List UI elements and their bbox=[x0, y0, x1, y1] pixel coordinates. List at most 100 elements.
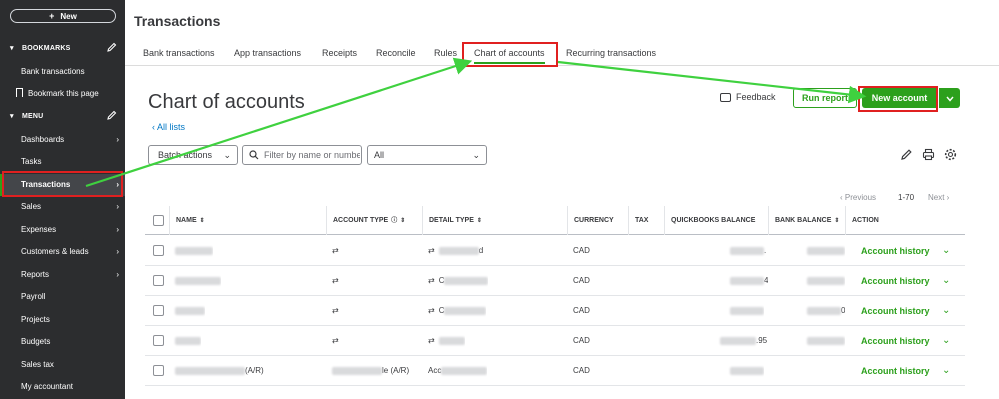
account-history-link[interactable]: Account history bbox=[861, 326, 930, 356]
cell-quickbooks-balance: . bbox=[724, 236, 766, 266]
new-account-button[interactable]: New account bbox=[862, 88, 937, 108]
pencil-icon[interactable] bbox=[107, 110, 117, 122]
tab-chart-of-accounts[interactable]: Chart of accounts bbox=[474, 48, 545, 64]
table-row[interactable]: ⇄ ⇄ d CAD . Account history ⌄ bbox=[145, 236, 965, 266]
sidebar-item-customers-leads[interactable]: Customers & leads › bbox=[0, 241, 125, 263]
row-checkbox[interactable] bbox=[153, 245, 164, 256]
tab-reconcile[interactable]: Reconcile bbox=[376, 48, 416, 58]
row-checkbox[interactable] bbox=[153, 305, 164, 316]
account-type-select-value: All bbox=[374, 150, 385, 160]
transfer-icon: ⇄ bbox=[428, 336, 435, 345]
tab-bank-transactions[interactable]: Bank transactions bbox=[143, 48, 215, 58]
sidebar-item-reports[interactable]: Reports › bbox=[0, 264, 125, 286]
chevron-down-icon[interactable]: ⌄ bbox=[942, 236, 950, 266]
sidebar-item-projects[interactable]: Projects bbox=[0, 309, 125, 331]
redacted-text bbox=[807, 336, 845, 345]
column-header-label: ACTION bbox=[852, 217, 879, 224]
redacted-text bbox=[175, 276, 221, 285]
column-header-tax: TAX bbox=[628, 206, 648, 235]
bookmarks-section-header[interactable]: ▾ BOOKMARKS bbox=[0, 39, 125, 57]
edit-icon[interactable] bbox=[900, 148, 914, 162]
table-row[interactable]: ⇄ ⇄ CAD .95 Account history ⌄ bbox=[145, 326, 965, 356]
tab-app-transactions[interactable]: App transactions bbox=[234, 48, 301, 58]
new-account-dropdown-button[interactable] bbox=[939, 88, 960, 108]
transfer-icon: ⇄ bbox=[332, 276, 339, 285]
cell-name[interactable] bbox=[169, 266, 221, 296]
cell-bank-balance bbox=[801, 236, 845, 266]
account-history-link[interactable]: Account history bbox=[861, 266, 930, 296]
menu-section-header[interactable]: ▾ MENU bbox=[0, 107, 125, 125]
sidebar-item-bookmark-this-page[interactable]: Bookmark this page bbox=[0, 83, 125, 105]
left-sidebar: + New ▾ BOOKMARKS Bank transactions Bookm… bbox=[0, 0, 125, 399]
sidebar-item-sales-tax[interactable]: Sales tax bbox=[0, 354, 125, 376]
cell-name[interactable] bbox=[169, 296, 205, 326]
tab-receipts[interactable]: Receipts bbox=[322, 48, 357, 58]
page-header-title: Transactions bbox=[134, 13, 221, 29]
column-header-currency: CURRENCY bbox=[567, 206, 614, 235]
column-header-label: QUICKBOOKS BALANCE bbox=[671, 217, 756, 224]
column-header-name[interactable]: NAME ⇕ bbox=[169, 206, 205, 235]
tab-rules[interactable]: Rules bbox=[434, 48, 457, 58]
cell-name[interactable] bbox=[169, 236, 213, 266]
sidebar-item-tasks[interactable]: Tasks bbox=[0, 151, 125, 173]
cell-account-type: ⇄ bbox=[326, 266, 343, 296]
chevron-down-icon[interactable]: ⌄ bbox=[942, 356, 950, 386]
settings-icon[interactable] bbox=[944, 148, 958, 162]
pagination-next[interactable]: Next › bbox=[928, 193, 949, 202]
pagination-previous[interactable]: ‹ Previous bbox=[840, 193, 876, 202]
print-icon[interactable] bbox=[922, 148, 936, 162]
table-header-row: NAME ⇕ ACCOUNT TYPE ⓘ ⇕ DETAIL TYPE ⇕ CURREN… bbox=[145, 206, 965, 235]
chevron-down-icon[interactable]: ⌄ bbox=[942, 296, 950, 326]
column-header-label: DETAIL TYPE bbox=[429, 217, 474, 224]
new-button[interactable]: + New bbox=[10, 9, 116, 23]
column-header-account-type[interactable]: ACCOUNT TYPE ⓘ ⇕ bbox=[326, 206, 405, 235]
cell-quickbooks-balance bbox=[724, 356, 764, 386]
filter-search-box[interactable] bbox=[242, 145, 362, 165]
batch-actions-dropdown[interactable]: Batch actions ⌄ bbox=[148, 145, 238, 165]
cell-name[interactable] bbox=[169, 326, 201, 356]
caret-down-icon: ▾ bbox=[10, 113, 14, 120]
account-history-link[interactable]: Account history bbox=[861, 236, 930, 266]
chevron-down-icon[interactable]: ⌄ bbox=[942, 266, 950, 296]
all-lists-link[interactable]: ‹ All lists bbox=[152, 122, 185, 132]
sidebar-item-transactions[interactable]: Transactions › bbox=[0, 174, 125, 196]
sidebar-item-budgets[interactable]: Budgets bbox=[0, 331, 125, 353]
pencil-icon[interactable] bbox=[107, 42, 117, 54]
redacted-text bbox=[730, 366, 764, 375]
cell-account-type: ⇄ bbox=[326, 236, 343, 266]
cell-name[interactable]: (A/R) bbox=[169, 356, 264, 386]
account-history-link[interactable]: Account history bbox=[861, 296, 930, 326]
account-history-link[interactable]: Account history bbox=[861, 356, 930, 386]
sidebar-item-my-accountant[interactable]: My accountant bbox=[0, 376, 125, 398]
redacted-text bbox=[720, 336, 756, 345]
transfer-icon: ⇄ bbox=[332, 336, 339, 345]
table-row[interactable]: ⇄ ⇄ C CAD 0 Account history ⌄ bbox=[145, 296, 965, 326]
sidebar-item-expenses[interactable]: Expenses › bbox=[0, 219, 125, 241]
sidebar-item-payroll[interactable]: Payroll bbox=[0, 286, 125, 308]
filter-search-input[interactable] bbox=[264, 150, 360, 160]
tab-recurring-transactions[interactable]: Recurring transactions bbox=[566, 48, 656, 58]
chevron-down-icon[interactable]: ⌄ bbox=[942, 326, 950, 356]
sidebar-item-bank-transactions[interactable]: Bank transactions bbox=[0, 61, 125, 83]
batch-actions-label: Batch actions bbox=[158, 150, 213, 160]
column-header-bank-balance[interactable]: BANK BALANCE ⇕ bbox=[768, 206, 839, 235]
column-header-detail-type[interactable]: DETAIL TYPE ⇕ bbox=[422, 206, 482, 235]
sidebar-item-sales[interactable]: Sales › bbox=[0, 196, 125, 218]
column-header-label: ACCOUNT TYPE bbox=[333, 217, 389, 224]
feedback-button[interactable]: Feedback bbox=[720, 92, 776, 102]
run-report-button[interactable]: Run report bbox=[793, 88, 857, 108]
sidebar-item-label: Reports bbox=[21, 270, 50, 279]
cell-detail-type: ⇄ bbox=[422, 326, 465, 356]
row-checkbox[interactable] bbox=[153, 365, 164, 376]
table-row[interactable]: ⇄ ⇄ C CAD 4 Account history ⌄ bbox=[145, 266, 965, 296]
cell-bank-balance bbox=[801, 266, 845, 296]
row-checkbox[interactable] bbox=[153, 275, 164, 286]
table-row[interactable]: (A/R) le (A/R) Acc CAD Account history ⌄ bbox=[145, 356, 965, 386]
cell-text: . bbox=[764, 246, 767, 255]
row-checkbox[interactable] bbox=[153, 335, 164, 346]
account-type-select[interactable]: All ⌄ bbox=[367, 145, 487, 165]
redacted-text bbox=[438, 336, 465, 345]
select-all-checkbox[interactable] bbox=[153, 215, 164, 226]
sidebar-item-dashboards[interactable]: Dashboards › bbox=[0, 129, 125, 151]
cell-currency: CAD bbox=[573, 336, 590, 345]
